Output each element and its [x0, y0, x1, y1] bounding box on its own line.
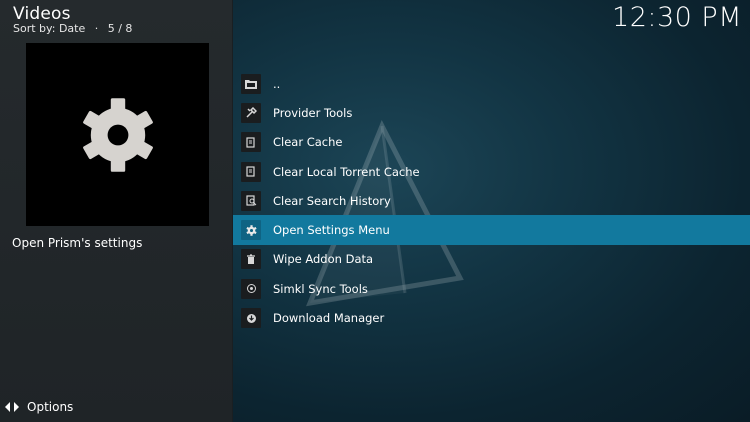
- list-item-clear-search-history[interactable]: Clear Search History: [233, 186, 750, 215]
- list-item-clear-cache[interactable]: Clear Cache: [233, 128, 750, 157]
- list-item-label: Wipe Addon Data: [273, 252, 374, 267]
- list-item-download-manager[interactable]: Download Manager: [233, 303, 750, 332]
- settings-icon: [241, 220, 261, 241]
- list-item-label: Clear Cache: [273, 135, 343, 150]
- list-item-wipe-addon-data[interactable]: Wipe Addon Data: [233, 245, 750, 274]
- trash-icon: [241, 249, 261, 270]
- clock: 12:30 PM: [612, 2, 742, 33]
- info-panel: Videos Sort by: Date · 5 / 8 Open Prism'…: [0, 0, 233, 422]
- list-item-simkl-sync-tools[interactable]: Simkl Sync Tools: [233, 274, 750, 303]
- clear-search-icon: [241, 190, 261, 211]
- sort-label: Sort by: Date: [13, 22, 86, 35]
- options-button[interactable]: Options: [5, 400, 73, 414]
- list-item-parent[interactable]: ..: [233, 69, 750, 98]
- list-item-label: Clear Local Torrent Cache: [273, 164, 420, 179]
- download-icon: [241, 308, 261, 329]
- list-item-provider-tools[interactable]: Provider Tools: [233, 98, 750, 127]
- item-position: 5 / 8: [107, 22, 133, 35]
- clear-cache-icon: [241, 132, 261, 153]
- window-title: Videos: [13, 4, 71, 24]
- sort-info: Sort by: Date · 5 / 8: [13, 22, 132, 35]
- menu-list: .. Provider Tools Clear Cache Clear Loca…: [233, 69, 750, 333]
- options-label: Options: [27, 400, 74, 414]
- list-item-clear-torrent-cache[interactable]: Clear Local Torrent Cache: [233, 157, 750, 186]
- clear-torrent-cache-icon: [241, 161, 261, 182]
- list-item-label: ..: [273, 76, 281, 91]
- folder-back-icon: [241, 73, 261, 94]
- sync-icon: [241, 278, 261, 299]
- list-item-open-settings-menu[interactable]: Open Settings Menu: [233, 215, 750, 245]
- gear-icon: [82, 97, 153, 172]
- preview-thumbnail: [26, 43, 209, 226]
- list-item-label: Provider Tools: [273, 105, 353, 120]
- list-item-label: Download Manager: [273, 311, 385, 326]
- options-arrows-icon: [5, 402, 19, 412]
- tools-icon: [241, 102, 261, 123]
- item-description: Open Prism's settings: [12, 236, 143, 250]
- separator: ·: [94, 22, 99, 35]
- list-item-label: Simkl Sync Tools: [273, 281, 368, 296]
- list-item-label: Open Settings Menu: [273, 223, 390, 238]
- list-item-label: Clear Search History: [273, 193, 391, 208]
